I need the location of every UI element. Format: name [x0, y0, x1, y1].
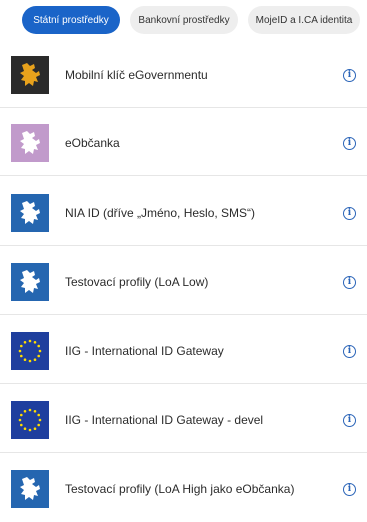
info-icon[interactable]: i [343, 206, 356, 220]
divider [0, 452, 367, 453]
czech-lion-gold-on-dark-icon [11, 56, 49, 94]
info-icon[interactable]: i [343, 344, 356, 358]
provider-row-nia-id[interactable]: NIA ID (dříve „Jméno, Heslo, SMS“) i [0, 180, 367, 246]
info-icon[interactable]: i [343, 482, 356, 496]
provider-row-eobcanka[interactable]: eObčanka i [0, 110, 367, 176]
divider [0, 175, 367, 176]
tab-bankovni-prostredky[interactable]: Bankovní prostředky [130, 6, 238, 34]
eu-flag-icon [11, 332, 49, 370]
provider-label: eObčanka [65, 136, 120, 150]
czech-lion-white-on-blue-icon [11, 470, 49, 508]
provider-category-tabs: Státní prostředky Bankovní prostředky Mo… [0, 6, 367, 34]
provider-label: IIG - International ID Gateway [65, 344, 224, 358]
info-icon[interactable]: i [343, 68, 356, 82]
provider-label: Mobilní klíč eGovernmentu [65, 68, 208, 82]
divider [0, 107, 367, 108]
provider-label: Testovací profily (LoA Low) [65, 275, 209, 289]
provider-row-iig-devel[interactable]: IIG - International ID Gateway - devel i [0, 387, 367, 453]
divider [0, 314, 367, 315]
czech-lion-white-on-lilac-icon [11, 124, 49, 162]
divider [0, 383, 367, 384]
info-icon[interactable]: i [343, 413, 356, 427]
provider-label: IIG - International ID Gateway - devel [65, 413, 264, 427]
provider-row-mobilni-klic[interactable]: Mobilní klíč eGovernmentu i [0, 42, 367, 108]
provider-row-testovaci-high[interactable]: Testovací profily (LoA High jako eObčank… [0, 456, 367, 522]
info-icon[interactable]: i [343, 275, 356, 289]
czech-lion-white-on-blue-icon [11, 194, 49, 232]
tab-mojeid-ica[interactable]: MojeID a I.CA identita [248, 6, 360, 34]
provider-label: Testovací profily (LoA High jako eObčank… [65, 482, 295, 496]
tab-statni-prostredky[interactable]: Státní prostředky [22, 6, 120, 34]
eu-flag-icon [11, 401, 49, 439]
provider-row-iig[interactable]: IIG - International ID Gateway i [0, 318, 367, 384]
info-icon[interactable]: i [343, 136, 356, 150]
divider [0, 245, 367, 246]
provider-label: NIA ID (dříve „Jméno, Heslo, SMS“) [65, 206, 256, 220]
czech-lion-white-on-blue-icon [11, 263, 49, 301]
provider-row-testovaci-low[interactable]: Testovací profily (LoA Low) i [0, 249, 367, 315]
